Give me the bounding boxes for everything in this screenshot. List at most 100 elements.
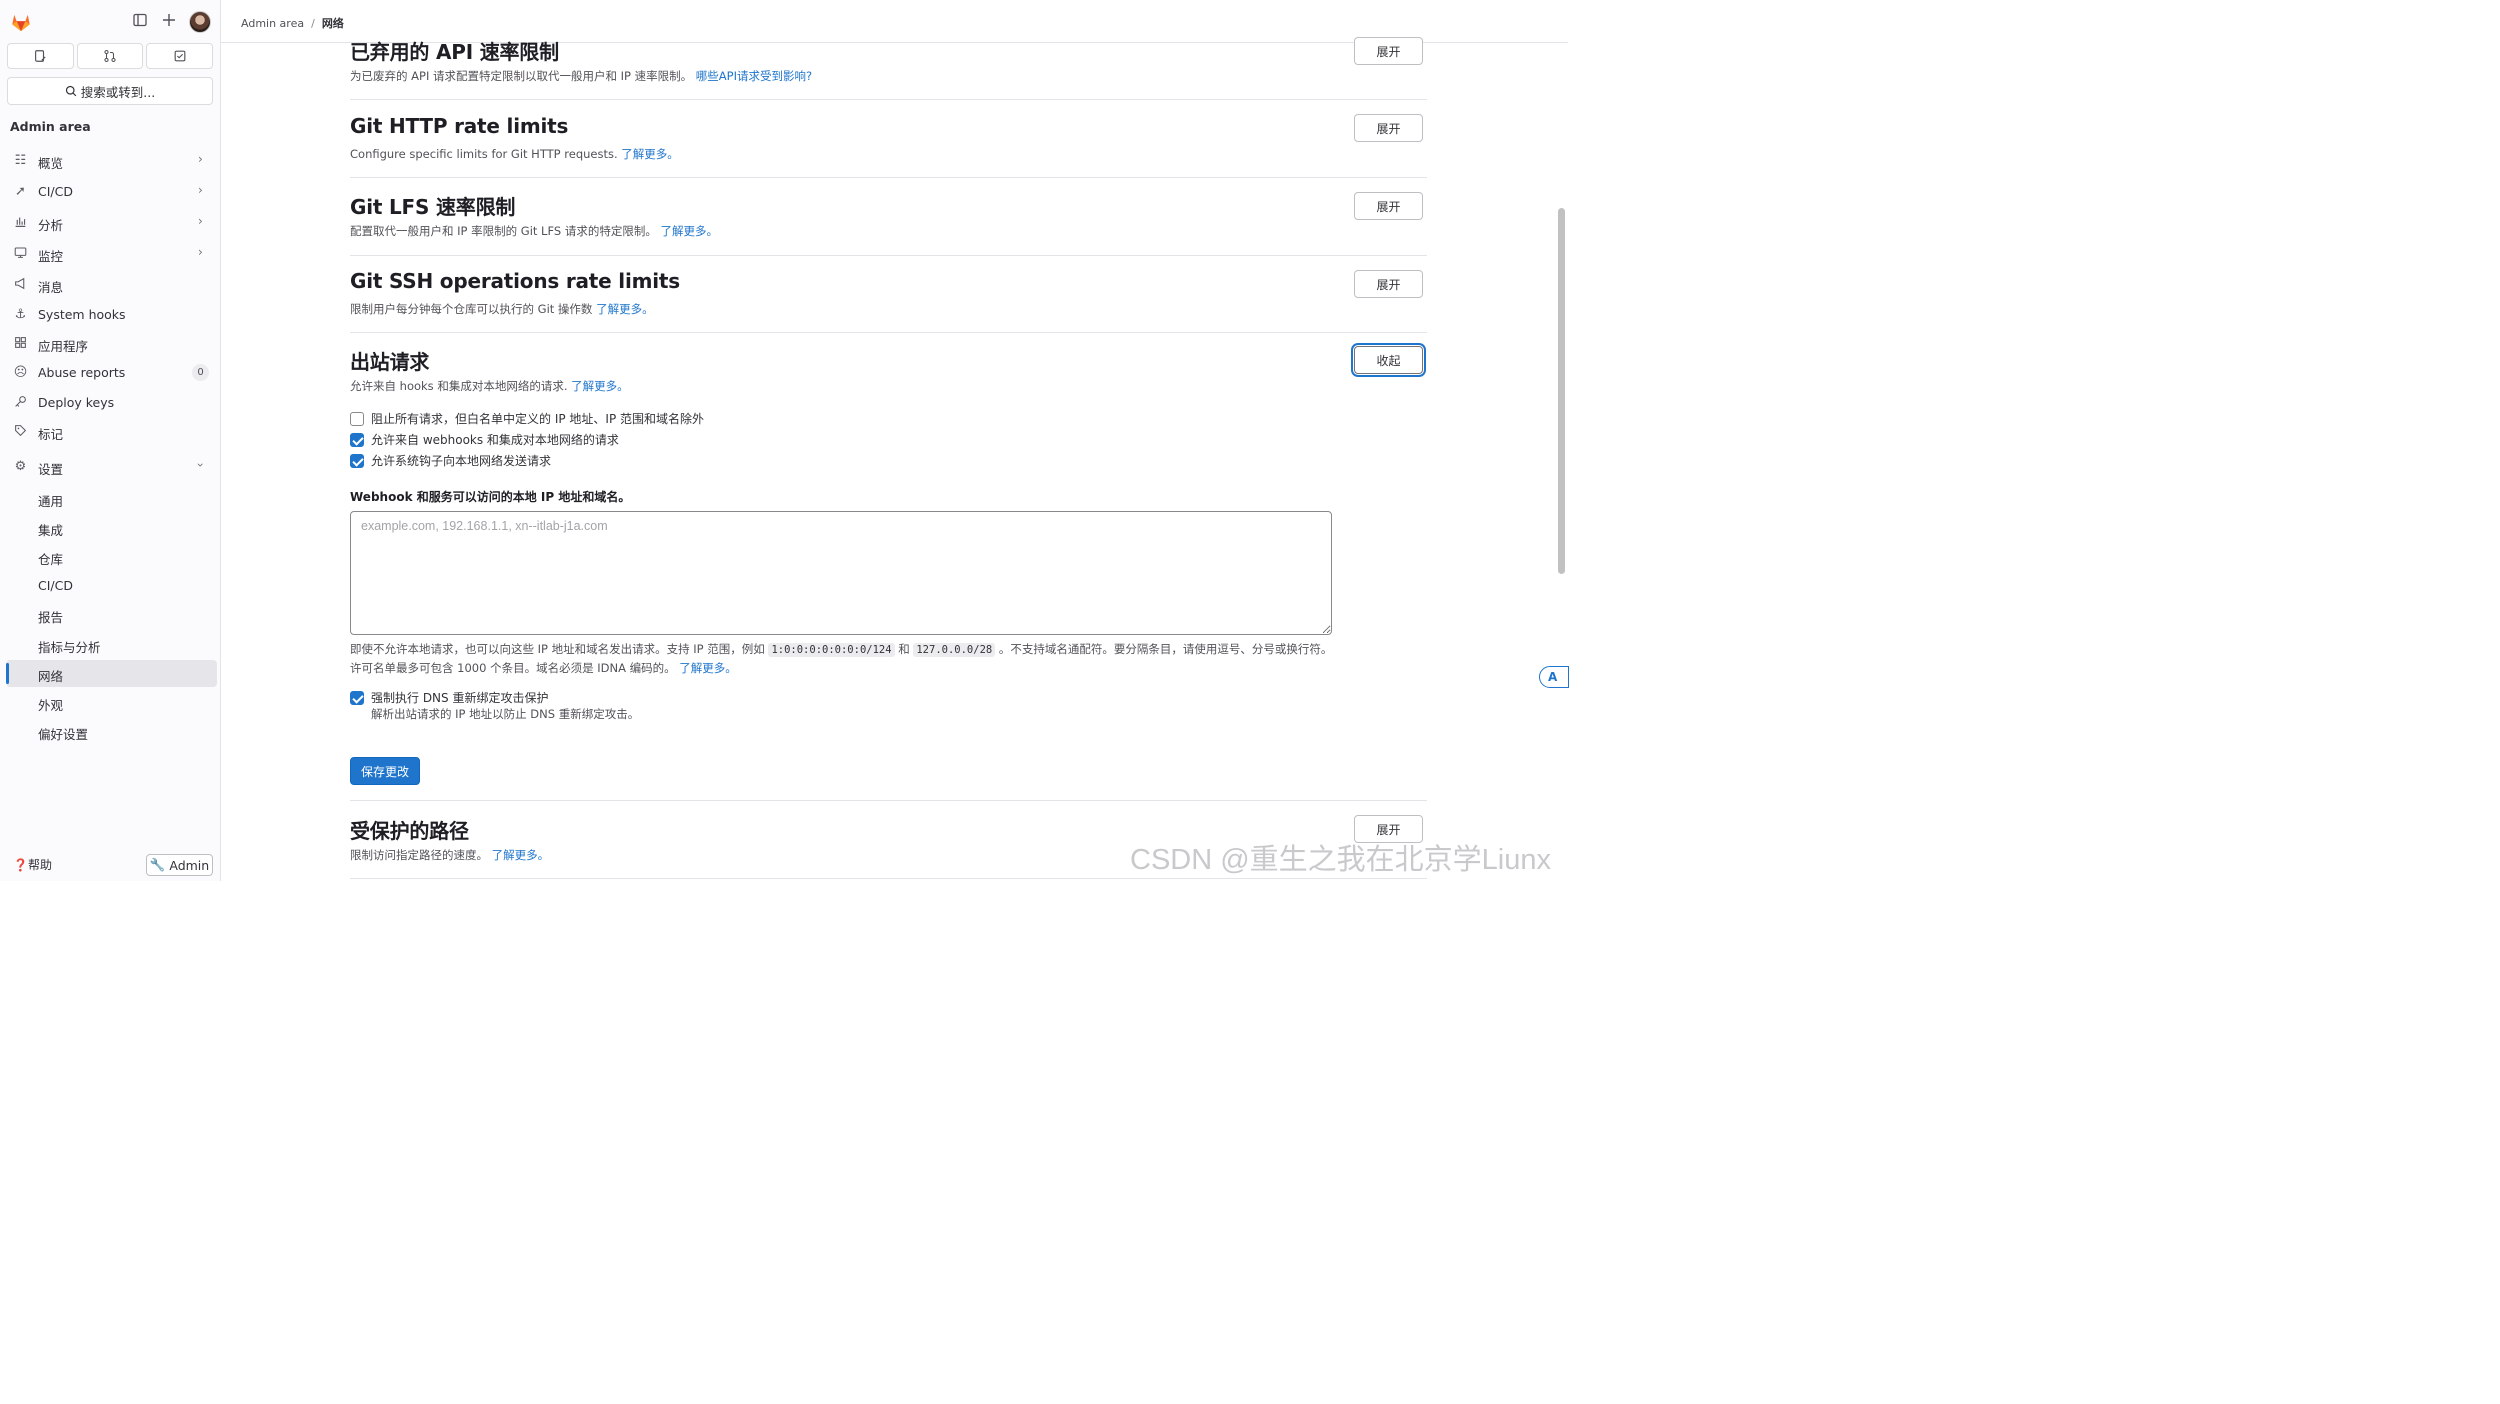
sidebar-item-label: 标记 bbox=[38, 427, 64, 442]
search-button[interactable]: 搜索或转到... bbox=[7, 77, 213, 105]
allowlist-help-link[interactable]: 了解更多。 bbox=[679, 661, 737, 675]
sidebar-item-monitoring[interactable]: 监控 › bbox=[0, 241, 221, 267]
block-all-checkbox[interactable] bbox=[350, 411, 364, 426]
anchor-icon: ⚓ bbox=[14, 307, 27, 322]
sidebar-item-system-hooks[interactable]: ⚓ System hooks bbox=[0, 302, 221, 328]
sidebar-subitem-general[interactable]: 通用 bbox=[6, 485, 217, 512]
collapse-button[interactable]: 收起 bbox=[1354, 346, 1423, 374]
avatar[interactable] bbox=[189, 11, 211, 33]
allow-system-hooks-checkbox-row[interactable]: 允许系统钩子向本地网络发送请求 bbox=[350, 452, 551, 469]
save-changes-button[interactable]: 保存更改 bbox=[350, 757, 420, 785]
code-example-ipv4: 127.0.0.0/28 bbox=[913, 643, 996, 657]
issues-button[interactable] bbox=[7, 43, 74, 69]
checkbox-label: 允许来自 webhooks 和集成对本地网络的请求 bbox=[371, 433, 619, 447]
admin-button[interactable]: 🔧 Admin bbox=[146, 854, 213, 876]
translate-fab[interactable]: A bbox=[1539, 666, 1569, 688]
subitem-label: 偏好设置 bbox=[38, 727, 89, 742]
chevron-right-icon: › bbox=[198, 245, 203, 259]
key-icon bbox=[13, 395, 28, 410]
sidebar-item-labels[interactable]: 标记 bbox=[0, 419, 221, 445]
plus-icon[interactable] bbox=[160, 12, 178, 30]
sidebar-item-label: 监控 bbox=[38, 249, 64, 264]
sidebar-subitem-integrations[interactable]: 集成 bbox=[6, 514, 217, 541]
section-link[interactable]: 了解更多。 bbox=[492, 848, 550, 862]
sidebar-item-applications[interactable]: 应用程序 bbox=[0, 331, 221, 357]
label-icon bbox=[13, 424, 28, 439]
subitem-label: CI/CD bbox=[38, 578, 73, 593]
code-example-ipv6: 1:0:0:0:0:0:0:0/124 bbox=[768, 643, 895, 657]
checkbox-label: 阻止所有请求，但白名单中定义的 IP 地址、IP 范围和域名除外 bbox=[371, 412, 704, 426]
expand-button[interactable]: 展开 bbox=[1354, 192, 1423, 220]
allow-webhooks-checkbox-row[interactable]: 允许来自 webhooks 和集成对本地网络的请求 bbox=[350, 431, 619, 448]
monitor-icon bbox=[13, 246, 28, 261]
subitem-label: 集成 bbox=[38, 523, 64, 538]
sidebar-item-settings[interactable]: ⚙ 设置 › bbox=[0, 454, 221, 480]
checkbox-label: 强制执行 DNS 重新绑定攻击保护 bbox=[371, 691, 549, 705]
sidebar-toggle-icon[interactable] bbox=[131, 12, 149, 30]
issues-icon bbox=[35, 50, 46, 62]
sidebar: 搜索或转到... Admin area ☷ 概览 › ➚ CI/CD › 分析 … bbox=[0, 0, 221, 881]
sidebar-subitem-metrics[interactable]: 指标与分析 bbox=[6, 631, 217, 658]
section-title: Git LFS 速率限制 bbox=[350, 195, 516, 219]
rocket-icon: ➚ bbox=[15, 184, 26, 199]
sidebar-title: Admin area bbox=[10, 119, 91, 134]
checkbox-label: 允许系统钩子向本地网络发送请求 bbox=[371, 454, 552, 468]
subitem-label: 仓库 bbox=[38, 552, 64, 567]
sidebar-item-label: 分析 bbox=[38, 218, 64, 233]
merge-request-icon bbox=[104, 49, 116, 63]
sidebar-item-label: 消息 bbox=[38, 280, 64, 295]
sidebar-subitem-network[interactable]: 网络 bbox=[6, 660, 217, 687]
dns-rebinding-checkbox-row[interactable]: 强制执行 DNS 重新绑定攻击保护 bbox=[350, 689, 548, 706]
section-description: 允许来自 hooks 和集成对本地网络的请求. 了解更多。 bbox=[350, 379, 629, 393]
sidebar-item-overview[interactable]: ☷ 概览 › bbox=[0, 148, 221, 174]
section-link[interactable]: 了解更多。 bbox=[596, 302, 654, 316]
block-all-checkbox-row[interactable]: 阻止所有请求，但白名单中定义的 IP 地址、IP 范围和域名除外 bbox=[350, 410, 704, 427]
sidebar-subitem-appearance[interactable]: 外观 bbox=[6, 689, 217, 716]
allowlist-textarea[interactable] bbox=[350, 511, 1332, 635]
sidebar-item-label: Abuse reports bbox=[38, 365, 126, 380]
sidebar-subitem-reports[interactable]: 报告 bbox=[6, 601, 217, 628]
sidebar-item-deploy-keys[interactable]: Deploy keys bbox=[0, 390, 221, 416]
todos-button[interactable] bbox=[146, 43, 214, 69]
section-link[interactable]: 了解更多。 bbox=[621, 147, 679, 161]
breadcrumb-root[interactable]: Admin area bbox=[241, 17, 304, 30]
allowlist-help: 即使不允许本地请求，也可以向这些 IP 地址和域名发出请求。支持 IP 范围，例… bbox=[350, 642, 1333, 675]
section-title: 受保护的路径 bbox=[350, 819, 469, 843]
section-link[interactable]: 了解更多。 bbox=[571, 379, 629, 393]
sidebar-subitem-preferences[interactable]: 偏好设置 bbox=[6, 718, 217, 745]
gitlab-logo-icon[interactable] bbox=[10, 11, 32, 33]
allow-webhooks-checkbox[interactable] bbox=[350, 432, 364, 447]
merge-requests-button[interactable] bbox=[76, 43, 144, 69]
expand-button[interactable]: 展开 bbox=[1354, 37, 1423, 65]
scrollbar-thumb[interactable] bbox=[1558, 208, 1565, 574]
watermark: CSDN @重生之我在北京学Liunx bbox=[1130, 844, 1551, 876]
breadcrumb-separator: / bbox=[311, 17, 315, 30]
sidebar-item-abuse-reports[interactable]: ☹ Abuse reports 0 bbox=[0, 360, 221, 386]
settings-icon: ⚙ bbox=[14, 459, 27, 474]
dns-rebinding-checkbox[interactable] bbox=[350, 690, 364, 705]
section-description: 限制用户每分钟每个仓库可以执行的 Git 操作数 了解更多。 bbox=[350, 302, 654, 316]
sidebar-subitem-repository[interactable]: 仓库 bbox=[6, 543, 217, 570]
section-description: Configure specific limits for Git HTTP r… bbox=[350, 147, 679, 161]
sidebar-item-cicd[interactable]: ➚ CI/CD › bbox=[0, 179, 221, 205]
todo-icon bbox=[174, 50, 186, 62]
allow-system-hooks-checkbox[interactable] bbox=[350, 453, 364, 468]
sidebar-subitem-cicd[interactable]: CI/CD bbox=[6, 572, 217, 599]
section-description: 限制访问指定路径的速度。 了解更多。 bbox=[350, 848, 550, 862]
help-label: 帮助 bbox=[27, 858, 52, 872]
chevron-down-icon: › bbox=[193, 462, 208, 468]
sidebar-item-label: 应用程序 bbox=[38, 339, 89, 354]
sidebar-item-analytics[interactable]: 分析 › bbox=[0, 210, 221, 236]
wrench-icon: 🔧 bbox=[149, 857, 166, 872]
section-link[interactable]: 哪些API请求受到影响? bbox=[696, 69, 812, 83]
section-title: Git SSH operations rate limits bbox=[350, 269, 680, 293]
sidebar-item-messages[interactable]: 消息 bbox=[0, 272, 221, 298]
help-button[interactable]: ❓帮助 bbox=[13, 856, 52, 873]
expand-button[interactable]: 展开 bbox=[1354, 114, 1423, 142]
expand-button[interactable]: 展开 bbox=[1354, 270, 1423, 298]
section-link[interactable]: 了解更多。 bbox=[661, 224, 719, 238]
section-description: 配置取代一般用户和 IP 率限制的 Git LFS 请求的特定限制。 了解更多。 bbox=[350, 224, 719, 238]
section-title: 已弃用的 API 速率限制 bbox=[350, 40, 559, 64]
sidebar-item-label: 设置 bbox=[38, 462, 64, 477]
chevron-right-icon: › bbox=[198, 183, 203, 197]
